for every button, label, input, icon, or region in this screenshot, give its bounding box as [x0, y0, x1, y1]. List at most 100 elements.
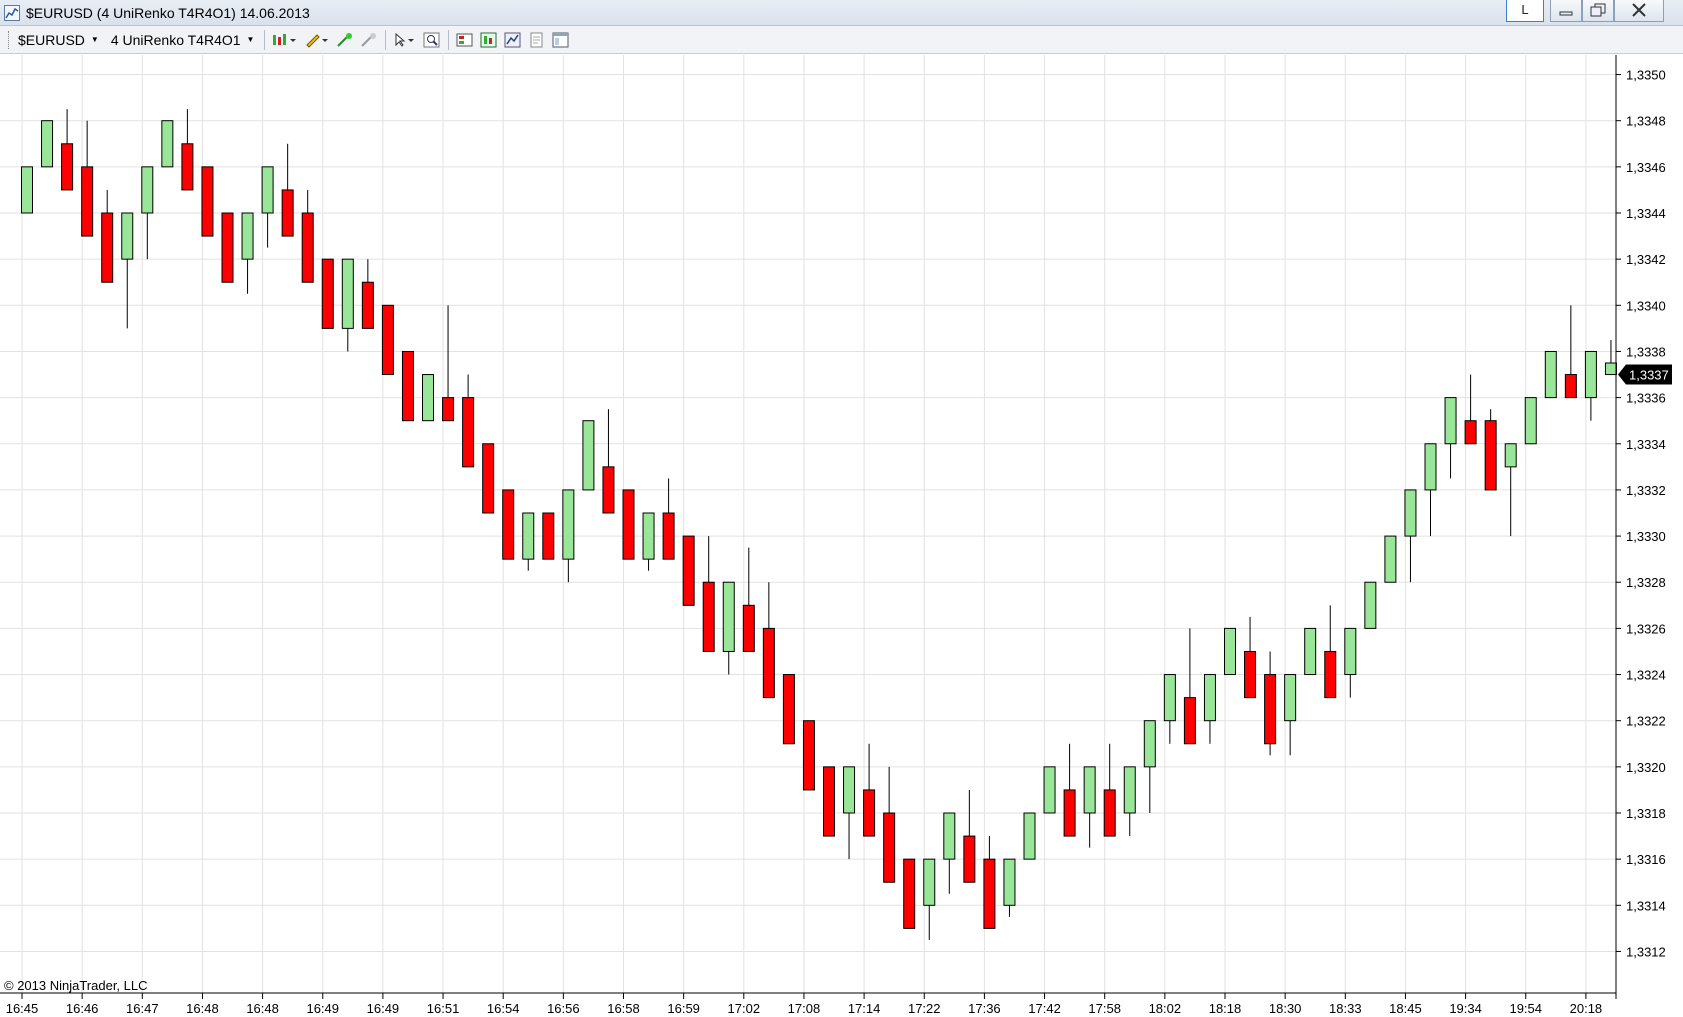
chart-app-icon	[4, 5, 20, 21]
candle-up	[1444, 397, 1457, 445]
x-tick-label: 19:54	[1509, 1001, 1542, 1016]
data-box-icon[interactable]	[455, 30, 475, 50]
copyright-notice: © 2013 NinjaTrader, LLC	[4, 978, 148, 993]
candle-up	[1424, 443, 1437, 491]
candle-up	[41, 120, 54, 168]
candle-down	[81, 166, 94, 237]
candle-up	[1344, 627, 1357, 676]
bar-type-selector[interactable]: 4 UniRenko T4R4O1 ▼	[105, 29, 261, 51]
x-tick-label: 16:47	[126, 1001, 159, 1016]
candle-down	[1464, 420, 1477, 445]
x-tick-label: 16:49	[367, 1001, 400, 1016]
candle-down	[1484, 420, 1497, 491]
y-tick-label: 1,3348	[1626, 114, 1666, 129]
candle-down	[802, 720, 815, 791]
candle-down	[61, 143, 74, 191]
y-tick-label: 1,3312	[1626, 944, 1666, 959]
restore-button[interactable]	[1582, 0, 1614, 22]
candle-up	[422, 374, 434, 422]
candle-down	[662, 512, 675, 560]
y-tick-label: 1,3314	[1626, 898, 1666, 913]
y-tick-label: 1,3322	[1626, 714, 1666, 729]
candle-up	[241, 212, 254, 260]
window-titlebar: $EURUSD (4 UniRenko T4R4O1) 14.06.2013 L	[0, 0, 1683, 26]
x-tick-label: 16:56	[547, 1001, 580, 1016]
candle-down	[1063, 789, 1076, 837]
candle-up	[1003, 858, 1016, 906]
candle-down	[702, 581, 715, 652]
bar-type-label: 4 UniRenko T4R4O1	[110, 31, 241, 48]
candle-down	[101, 212, 114, 283]
candle-up	[141, 166, 154, 214]
candle-down	[782, 674, 795, 745]
x-tick-label: 18:30	[1269, 1001, 1302, 1016]
candle-up	[843, 766, 856, 814]
price-axis[interactable]: 1,3312 1,3314 1,3316 1,3318 1,3320 1,3322 1,33…	[1615, 55, 1666, 999]
y-tick-label: 1,3336	[1626, 391, 1666, 406]
candle-down	[682, 535, 695, 606]
toolbar-divider	[448, 29, 450, 50]
price-chart[interactable]: 1,3312 1,3314 1,3316 1,3318 1,3320 1,3322 1,33…	[0, 55, 1683, 1017]
y-tick-label: 1,3324	[1626, 668, 1666, 683]
close-icon	[1632, 3, 1646, 17]
candle-up	[1584, 350, 1597, 399]
bar-style-icon[interactable]	[271, 30, 299, 50]
link-button[interactable]: L	[1506, 0, 1544, 22]
toolbar-divider	[264, 29, 266, 50]
candle-down	[181, 143, 194, 191]
minimize-button[interactable]	[1550, 0, 1582, 22]
candle-down	[1264, 674, 1277, 745]
chevron-down-icon: ▼	[246, 35, 255, 44]
remove-marker-icon[interactable]	[359, 30, 379, 50]
properties-icon[interactable]	[527, 30, 547, 50]
add-marker-icon[interactable]	[335, 30, 355, 50]
restore-icon	[1590, 3, 1606, 17]
close-button[interactable]	[1614, 0, 1664, 22]
candle-down	[1183, 697, 1196, 745]
y-tick-label: 1,3338	[1626, 344, 1666, 359]
x-tick-label: 18:02	[1149, 1001, 1182, 1016]
candle-up	[562, 489, 575, 560]
candle-down	[983, 858, 996, 929]
candle-down	[762, 627, 775, 699]
candle-down	[442, 397, 455, 422]
chart-panel[interactable]: 1,3312 1,3314 1,3316 1,3318 1,3320 1,3322 1,33…	[0, 55, 1683, 1017]
drawing-pencil-icon[interactable]	[303, 30, 331, 50]
x-tick-label: 16:51	[427, 1001, 460, 1016]
candle-up	[1524, 397, 1537, 445]
candle-down	[221, 212, 234, 283]
x-tick-label: 17:36	[968, 1001, 1001, 1016]
candle-down	[863, 789, 876, 837]
x-tick-label: 16:59	[667, 1001, 700, 1016]
candle-up	[1544, 350, 1557, 399]
candle-up	[1604, 362, 1617, 376]
candle-up	[1304, 627, 1317, 676]
candle-up	[923, 858, 936, 906]
x-tick-label: 16:48	[186, 1001, 219, 1016]
zoom-icon[interactable]	[422, 30, 442, 50]
pointer-icon[interactable]	[392, 30, 418, 50]
y-tick-label: 1,3332	[1626, 483, 1666, 498]
y-tick-label: 1,3326	[1626, 621, 1666, 636]
candle-down	[1244, 650, 1257, 699]
candle-up	[1023, 812, 1036, 860]
candle-up	[1224, 627, 1236, 676]
time-axis[interactable]: 16:45 16:46 16:47 16:48 16:48 16:49 16:49 16:51…	[0, 992, 1616, 1016]
candle-down	[622, 489, 635, 560]
x-tick-label: 16:46	[66, 1001, 99, 1016]
y-tick-label: 1,3342	[1626, 252, 1666, 267]
indicators-icon[interactable]	[503, 30, 523, 50]
x-tick-label: 18:33	[1329, 1001, 1362, 1016]
instrument-selector[interactable]: $EURUSD ▼	[12, 29, 105, 51]
strategies-icon[interactable]	[479, 30, 499, 50]
y-tick-label: 1,3320	[1626, 760, 1666, 775]
candle-down	[1324, 650, 1337, 699]
y-tick-label: 1,3334	[1626, 437, 1666, 452]
candle-up	[121, 212, 134, 260]
candle-down	[903, 858, 916, 929]
layout-icon[interactable]	[551, 30, 571, 50]
candle-up	[161, 120, 174, 168]
last-price-marker: 1,3337	[1618, 364, 1672, 385]
x-tick-label: 18:45	[1389, 1001, 1422, 1016]
candle-up	[1043, 766, 1056, 814]
